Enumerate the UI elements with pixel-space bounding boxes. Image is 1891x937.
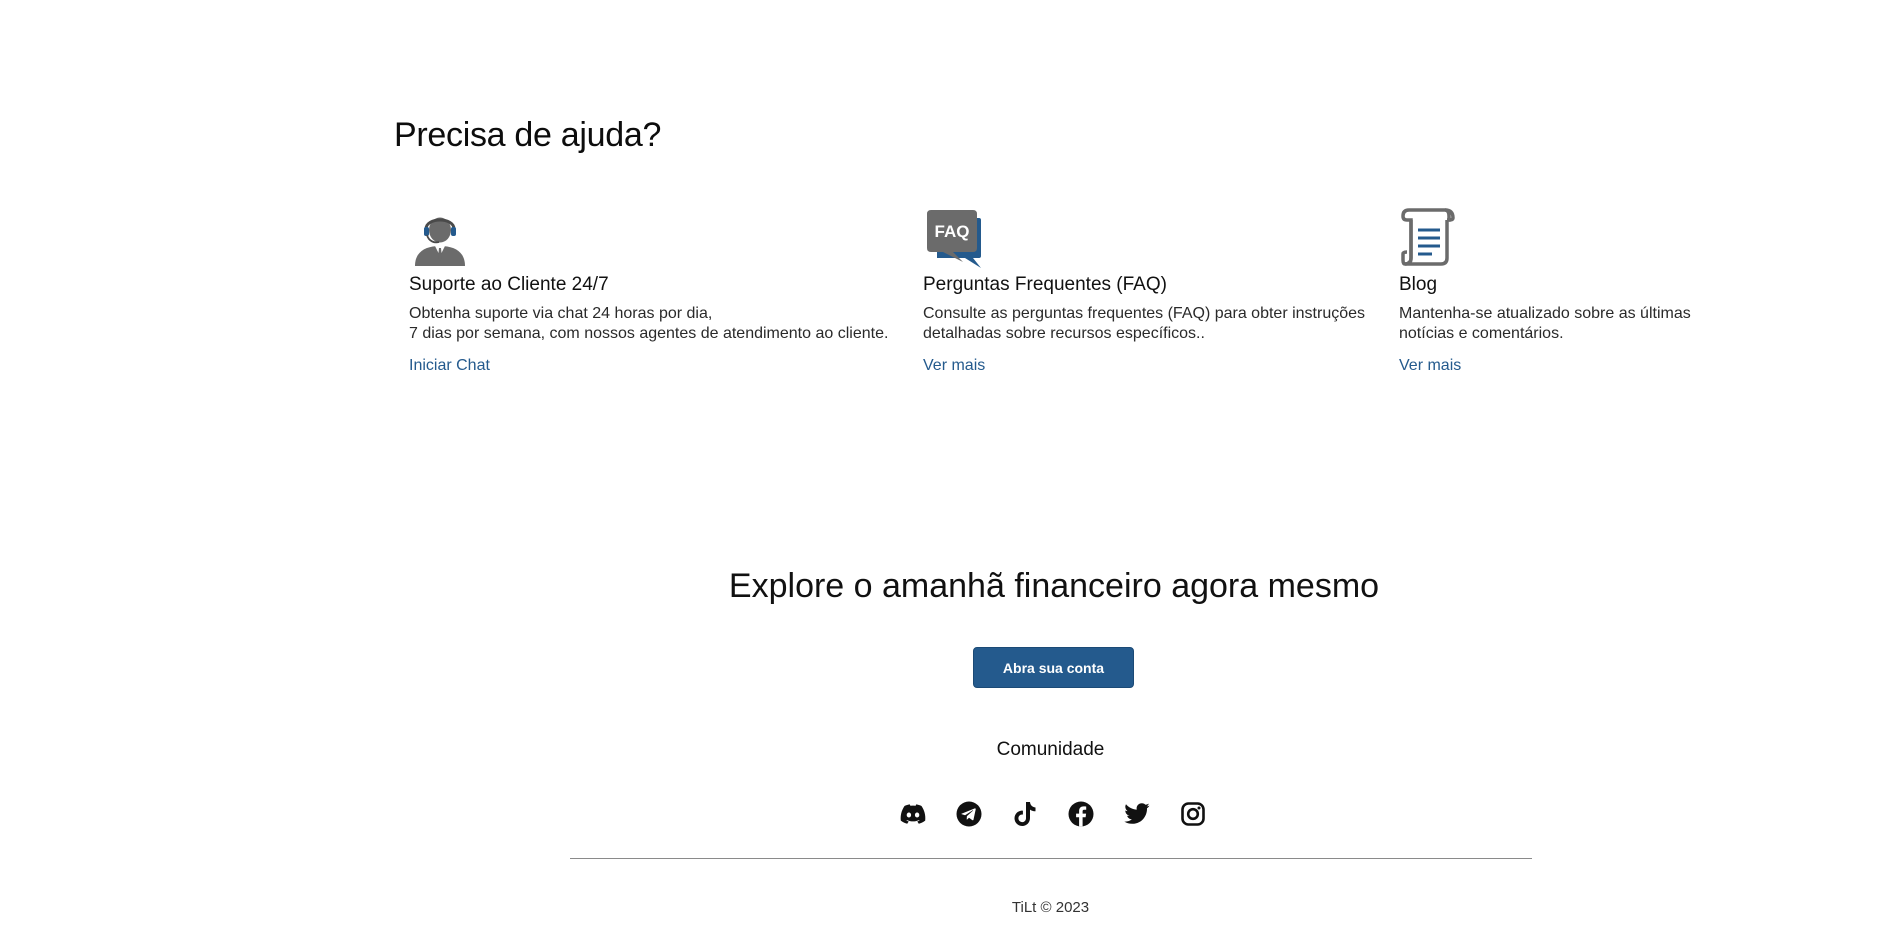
support-card: Suporte ao Cliente 24/7 Obtenha suporte … <box>409 206 909 375</box>
support-agent-icon <box>411 206 473 268</box>
support-card-title: Suporte ao Cliente 24/7 <box>409 274 609 295</box>
facebook-icon[interactable] <box>1067 800 1094 827</box>
tiktok-icon[interactable] <box>1011 800 1038 827</box>
twitter-icon[interactable] <box>1123 800 1150 827</box>
faq-card-description: Consulte as perguntas frequentes (FAQ) p… <box>923 305 1366 342</box>
support-card-description: Obtenha suporte via chat 24 horas por di… <box>409 305 889 342</box>
faq-card-title: Perguntas Frequentes (FAQ) <box>923 274 1167 295</box>
faq-bubble-icon: FAQ <box>923 206 985 268</box>
community-title: Comunidade <box>996 739 1105 760</box>
discord-icon[interactable] <box>899 800 926 827</box>
social-links <box>899 800 1206 827</box>
help-section-title: Precisa de ajuda? <box>394 116 662 154</box>
page: Precisa de ajuda? Suporte ao Cliente 24/… <box>0 0 1891 937</box>
telegram-icon[interactable] <box>955 800 982 827</box>
blog-card-title: Blog <box>1399 274 1438 295</box>
blog-card-description: Mantenha-se atualizado sobre as últimas … <box>1399 305 1691 342</box>
blog-scroll-icon <box>1399 206 1461 268</box>
footer-divider <box>570 858 1532 859</box>
cta-title: Explore o amanhã financeiro agora mesmo <box>728 567 1380 605</box>
start-chat-link[interactable]: Iniciar Chat <box>409 357 490 375</box>
svg-text:FAQ: FAQ <box>935 222 970 241</box>
footer-copyright: TiLt © 2023 <box>1011 899 1090 916</box>
blog-card: Blog Mantenha-se atualizado sobre as últ… <box>1399 206 1759 375</box>
faq-card: FAQ Perguntas Frequentes (FAQ) Consulte … <box>923 206 1393 375</box>
instagram-icon[interactable] <box>1179 800 1206 827</box>
open-account-button[interactable]: Abra sua conta <box>973 647 1134 688</box>
faq-see-more-link[interactable]: Ver mais <box>923 357 985 375</box>
blog-see-more-link[interactable]: Ver mais <box>1399 357 1461 375</box>
